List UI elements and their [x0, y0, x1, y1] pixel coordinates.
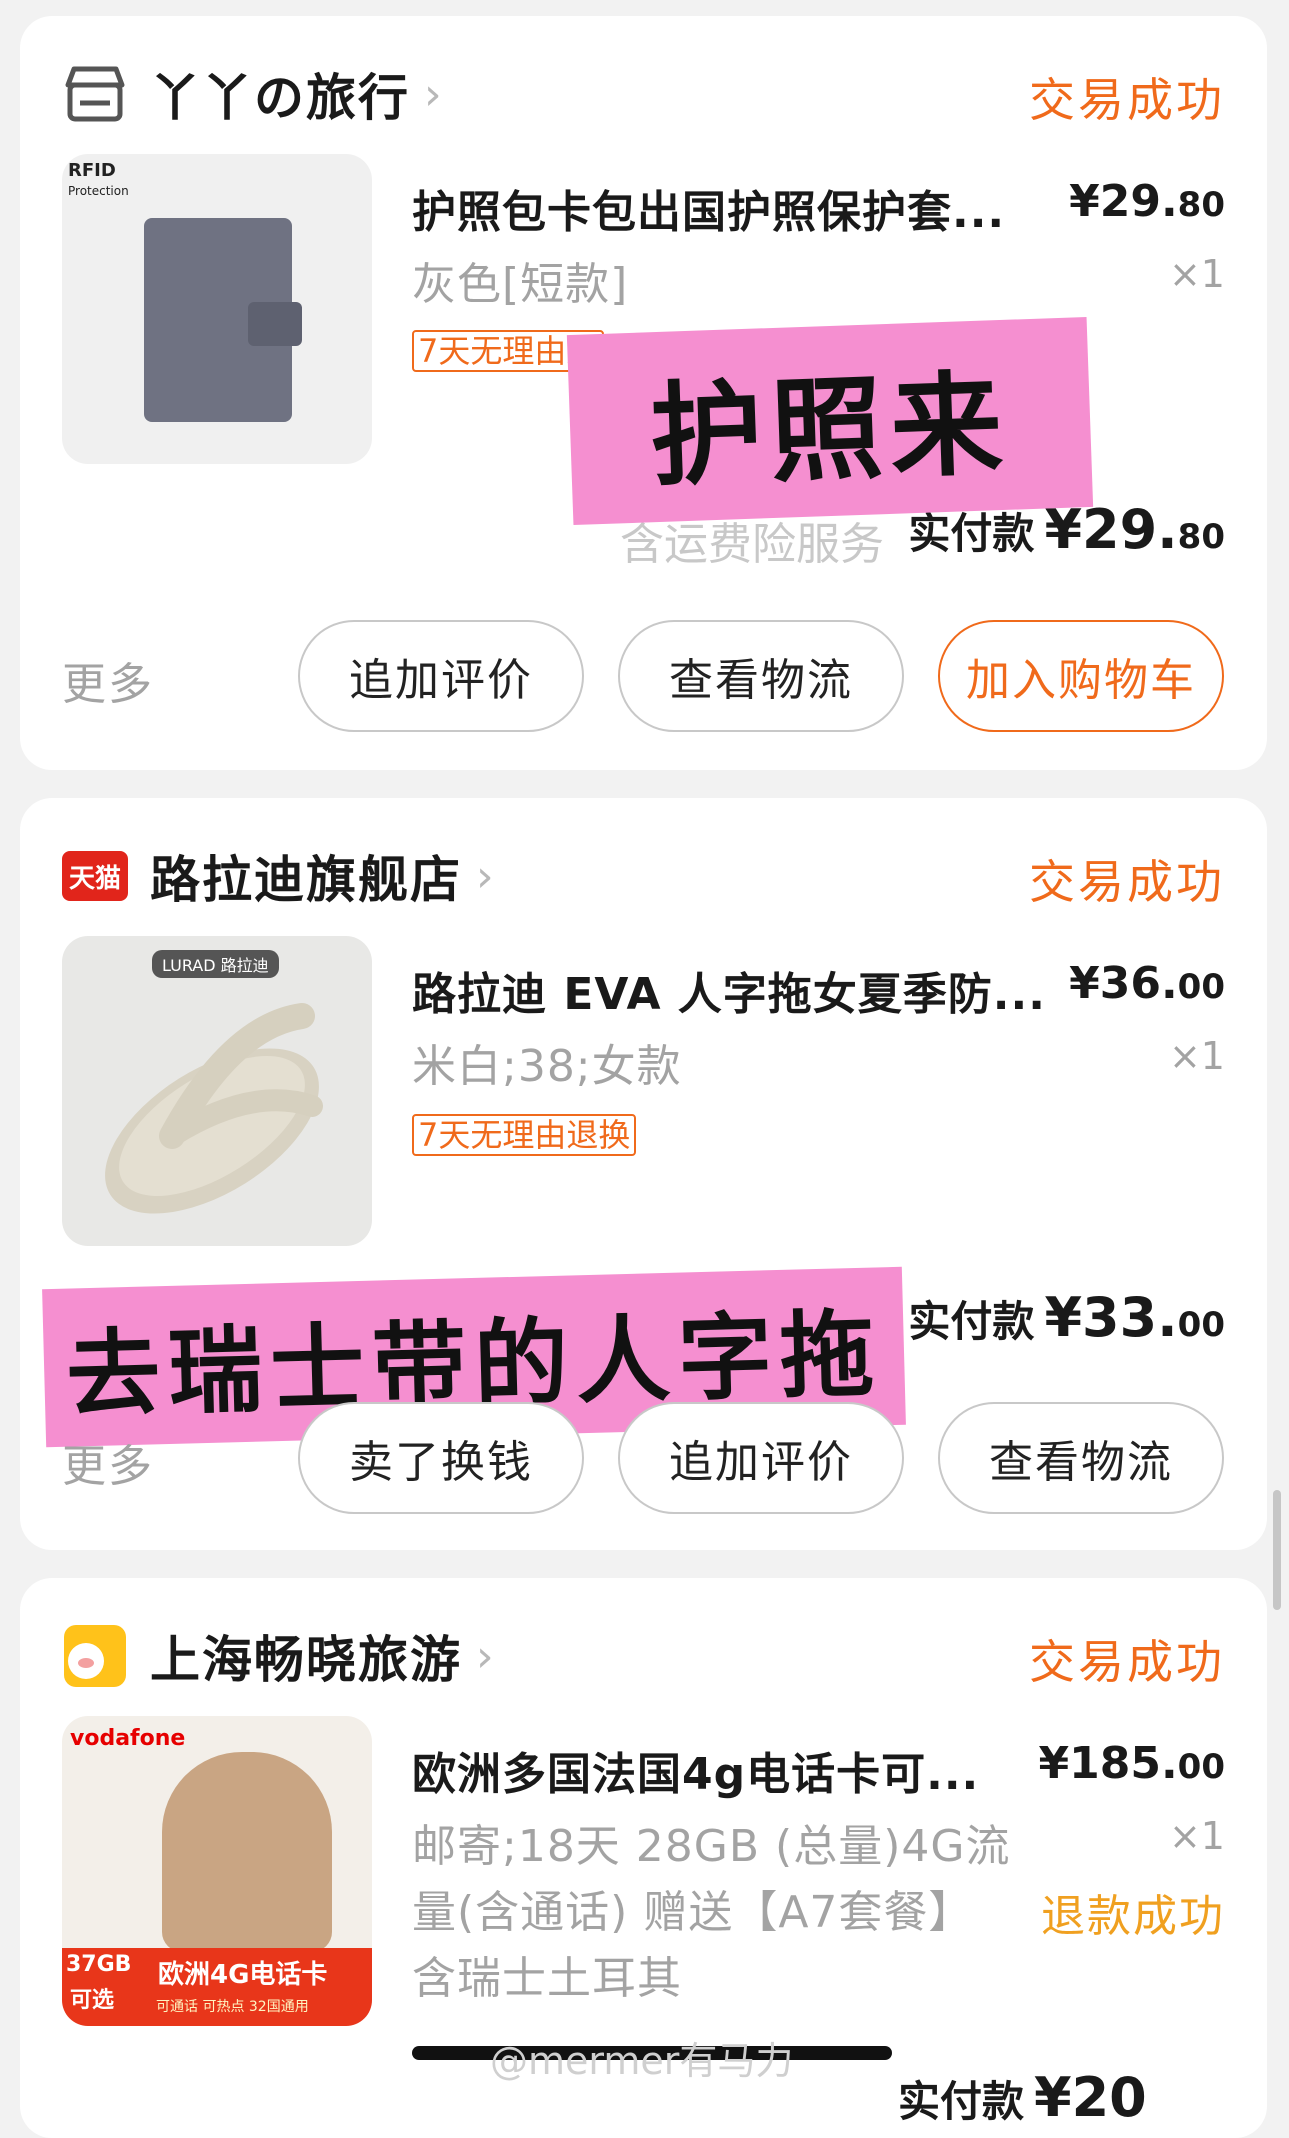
chevron-right-icon: ›: [476, 1630, 494, 1682]
paid-amount: 实付款 ¥33.00: [908, 1286, 1225, 1349]
shop-name: 路拉迪旗舰店: [150, 851, 462, 909]
tmall-badge: 天猫: [60, 841, 130, 911]
view-logistics-button[interactable]: 查看物流: [938, 1402, 1224, 1514]
model-photo: [162, 1752, 332, 1952]
sticker-caption: 护照来: [566, 316, 1094, 526]
shop-logo-icon: [60, 1621, 130, 1691]
shop-header-link[interactable]: 上海畅晓旅游 ›: [60, 1616, 494, 1696]
paid-amount: 实付款 ¥20: [898, 2066, 1147, 2129]
product-image[interactable]: RFID Protection: [62, 154, 372, 464]
product-variant-line-1: 邮寄;18天 28GB (总量)4G流: [412, 1821, 1011, 1872]
add-review-button[interactable]: 追加评价: [618, 1402, 904, 1514]
product-title[interactable]: 护照包卡包出国护照保护套...: [412, 176, 1072, 240]
product-price: ¥36.00: [1069, 958, 1225, 1009]
store-icon: [60, 59, 130, 129]
view-logistics-button[interactable]: 查看物流: [618, 620, 904, 732]
scrollbar[interactable]: [1273, 1490, 1281, 1610]
shop-header-link[interactable]: 丫丫の旅行 ›: [60, 54, 442, 134]
order-status: 交易成功: [1029, 855, 1225, 909]
order-card-2: 天猫 路拉迪旗舰店 › 交易成功 LURAD 路拉迪 路拉迪 EVA 人字拖女夏…: [20, 798, 1267, 1550]
product-variant: 灰色[短款]: [412, 259, 629, 310]
add-to-cart-button[interactable]: 加入购物车: [938, 620, 1224, 732]
product-price: ¥29.80: [1069, 176, 1225, 227]
watermark: @mermer有马力: [490, 2039, 794, 2083]
product-variant: 米白;38;女款: [412, 1041, 682, 1092]
order-status: 交易成功: [1029, 73, 1225, 127]
product-qty: ×1: [1168, 252, 1225, 296]
return-policy-tag: 7天无理由退换: [412, 1114, 637, 1156]
product-qty: ×1: [1168, 1814, 1225, 1858]
product-image[interactable]: LURAD 路拉迪: [62, 936, 372, 1246]
flip-flop-illustration: [105, 1003, 323, 1214]
more-button[interactable]: 更多: [62, 1430, 154, 1494]
sell-button[interactable]: 卖了换钱: [298, 1402, 584, 1514]
product-image[interactable]: vodafone 37GB 可选 欧洲4G电话卡 可通话 可热点 32国通用: [62, 1716, 372, 2026]
chevron-right-icon: ›: [476, 850, 494, 902]
add-review-button[interactable]: 追加评价: [298, 620, 584, 732]
card-badge: 37GB 可选 欧洲4G电话卡 可通话 可热点 32国通用: [62, 1948, 372, 2026]
shop-header-link[interactable]: 天猫 路拉迪旗舰店 ›: [60, 836, 494, 916]
chevron-right-icon: ›: [424, 68, 442, 120]
product-variant-line-2: 量(含通话) 赠送【A7套餐】: [412, 1887, 974, 1938]
vodafone-logo: vodafone: [70, 1726, 186, 1751]
more-button[interactable]: 更多: [62, 648, 154, 712]
order-card-1: 丫丫の旅行 › 交易成功 RFID Protection 护照包卡包出国护照保护…: [20, 16, 1267, 770]
order-status: 交易成功: [1029, 1635, 1225, 1689]
product-price: ¥185.00: [1038, 1738, 1225, 1789]
product-qty: ×1: [1168, 1034, 1225, 1078]
product-variant-line-3: 含瑞士土耳其: [412, 1953, 682, 2004]
shop-name: 上海畅晓旅游: [150, 1631, 462, 1689]
product-title[interactable]: 路拉迪 EVA 人字拖女夏季防...: [412, 958, 1072, 1022]
rfid-sub-label: Protection: [68, 184, 129, 198]
shop-name: 丫丫の旅行: [150, 69, 410, 127]
rfid-label: RFID: [68, 160, 116, 181]
product-title[interactable]: 欧洲多国法国4g电话卡可...: [412, 1738, 1012, 1802]
refund-status: 退款成功: [1041, 1891, 1225, 1942]
passport-wallet-illustration: [144, 218, 302, 422]
